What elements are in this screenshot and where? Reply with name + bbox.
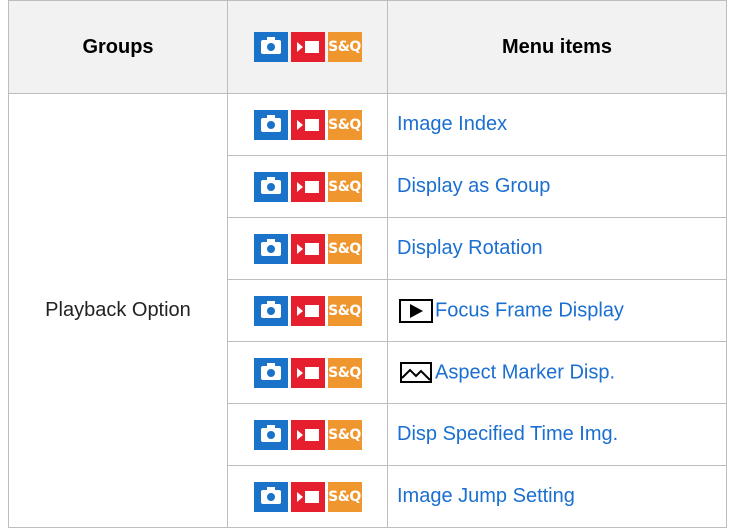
menu-item-link[interactable]: Display as Group: [397, 175, 550, 197]
menu-item-cell: Image Jump Setting: [387, 465, 727, 528]
menu-item-link[interactable]: Display Rotation: [397, 237, 543, 259]
camera-icon: [253, 171, 288, 202]
sq-icon: S&Q: [327, 481, 362, 512]
mode-cell: S&Q: [227, 465, 388, 528]
sq-icon: S&Q: [327, 233, 362, 264]
camera-icon: [253, 295, 288, 326]
menu-item-cell: Image Index: [387, 93, 727, 156]
sq-icon: S&Q: [327, 109, 362, 140]
sq-icon: S&Q: [327, 171, 362, 202]
menu-item-cell: Aspect Marker Disp.: [387, 341, 727, 404]
menu-item-cell: Disp Specified Time Img.: [387, 403, 727, 466]
camera-icon: [253, 419, 288, 450]
movie-icon: [290, 295, 325, 326]
sq-icon: S&Q: [327, 32, 362, 62]
camera-icon: [253, 481, 288, 512]
header-row: Groups S&Q Menu items: [8, 0, 727, 94]
picture-aspect-icon: [400, 361, 432, 383]
menu-item-link[interactable]: Focus Frame Display: [435, 299, 624, 321]
camera-icon: [253, 357, 288, 388]
camera-icon: [253, 109, 288, 140]
movie-icon: [290, 109, 325, 140]
menu-item-cell: Focus Frame Display: [387, 279, 727, 342]
mode-cell: S&Q: [227, 93, 388, 156]
mode-icons: S&Q: [253, 32, 362, 62]
menu-items-header: Menu items: [387, 0, 727, 94]
mode-cell: S&Q: [227, 279, 388, 342]
movie-icon: [290, 481, 325, 512]
playback-icon: [399, 298, 433, 323]
table-row: Playback Option S&Q Image Index: [8, 93, 727, 528]
mode-cell: S&Q: [227, 341, 388, 404]
movie-icon: [290, 32, 325, 62]
menu-item-link[interactable]: Disp Specified Time Img.: [397, 423, 618, 445]
mode-cell: S&Q: [227, 217, 388, 280]
menu-item-cell: Display Rotation: [387, 217, 727, 280]
menu-item-link[interactable]: Aspect Marker Disp.: [435, 361, 615, 383]
mode-cell: S&Q: [227, 403, 388, 466]
movie-icon: [290, 357, 325, 388]
movie-icon: [290, 171, 325, 202]
sq-icon: S&Q: [327, 419, 362, 450]
camera-icon: [253, 233, 288, 264]
menu-item-link[interactable]: Image Index: [397, 113, 507, 135]
mode-header: S&Q: [227, 0, 388, 94]
groups-header: Groups: [8, 0, 228, 94]
sq-icon: S&Q: [327, 295, 362, 326]
camera-icon: [253, 32, 288, 62]
mode-cell: S&Q: [227, 155, 388, 218]
movie-icon: [290, 419, 325, 450]
menu-item-link[interactable]: Image Jump Setting: [397, 485, 575, 507]
menu-table: Groups S&Q Menu items Playback Option S&…: [8, 0, 727, 528]
sq-icon: S&Q: [327, 357, 362, 388]
group-name: Playback Option: [8, 93, 228, 528]
movie-icon: [290, 233, 325, 264]
menu-item-cell: Display as Group: [387, 155, 727, 218]
